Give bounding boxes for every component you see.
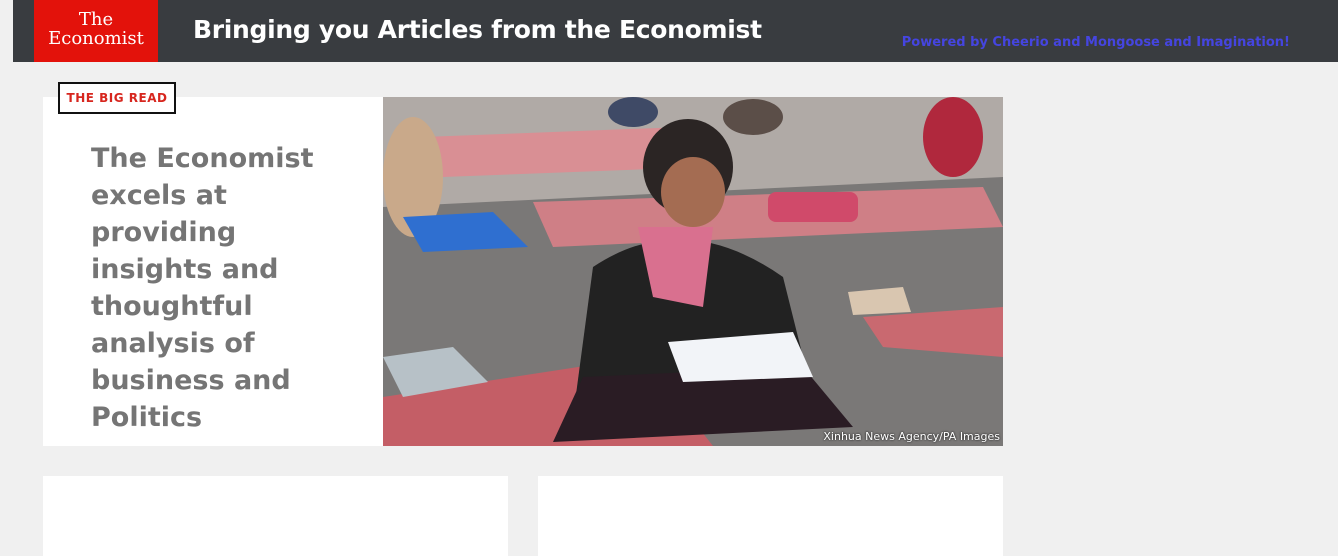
- logo-line-2: Economist: [48, 28, 144, 49]
- image-credit: Xinhua News Agency/PA Images: [823, 430, 1000, 443]
- logo-line-1: The: [78, 9, 114, 30]
- top-navbar: The Economist Bringing you Articles from…: [13, 0, 1338, 62]
- site-headline: Bringing you Articles from the Economist: [193, 15, 762, 44]
- feature-title[interactable]: The Economist excels at providing insigh…: [91, 140, 341, 436]
- economist-logo[interactable]: The Economist: [34, 0, 158, 62]
- big-read-badge: THE BIG READ: [58, 82, 176, 114]
- article-card[interactable]: [43, 476, 508, 556]
- photo-illustration: [383, 97, 1003, 446]
- feature-photo[interactable]: Xinhua News Agency/PA Images: [383, 97, 1003, 446]
- powered-by-text: Powered by Cheerio and Mongoose and Imag…: [901, 35, 1290, 50]
- article-card[interactable]: [538, 476, 1003, 556]
